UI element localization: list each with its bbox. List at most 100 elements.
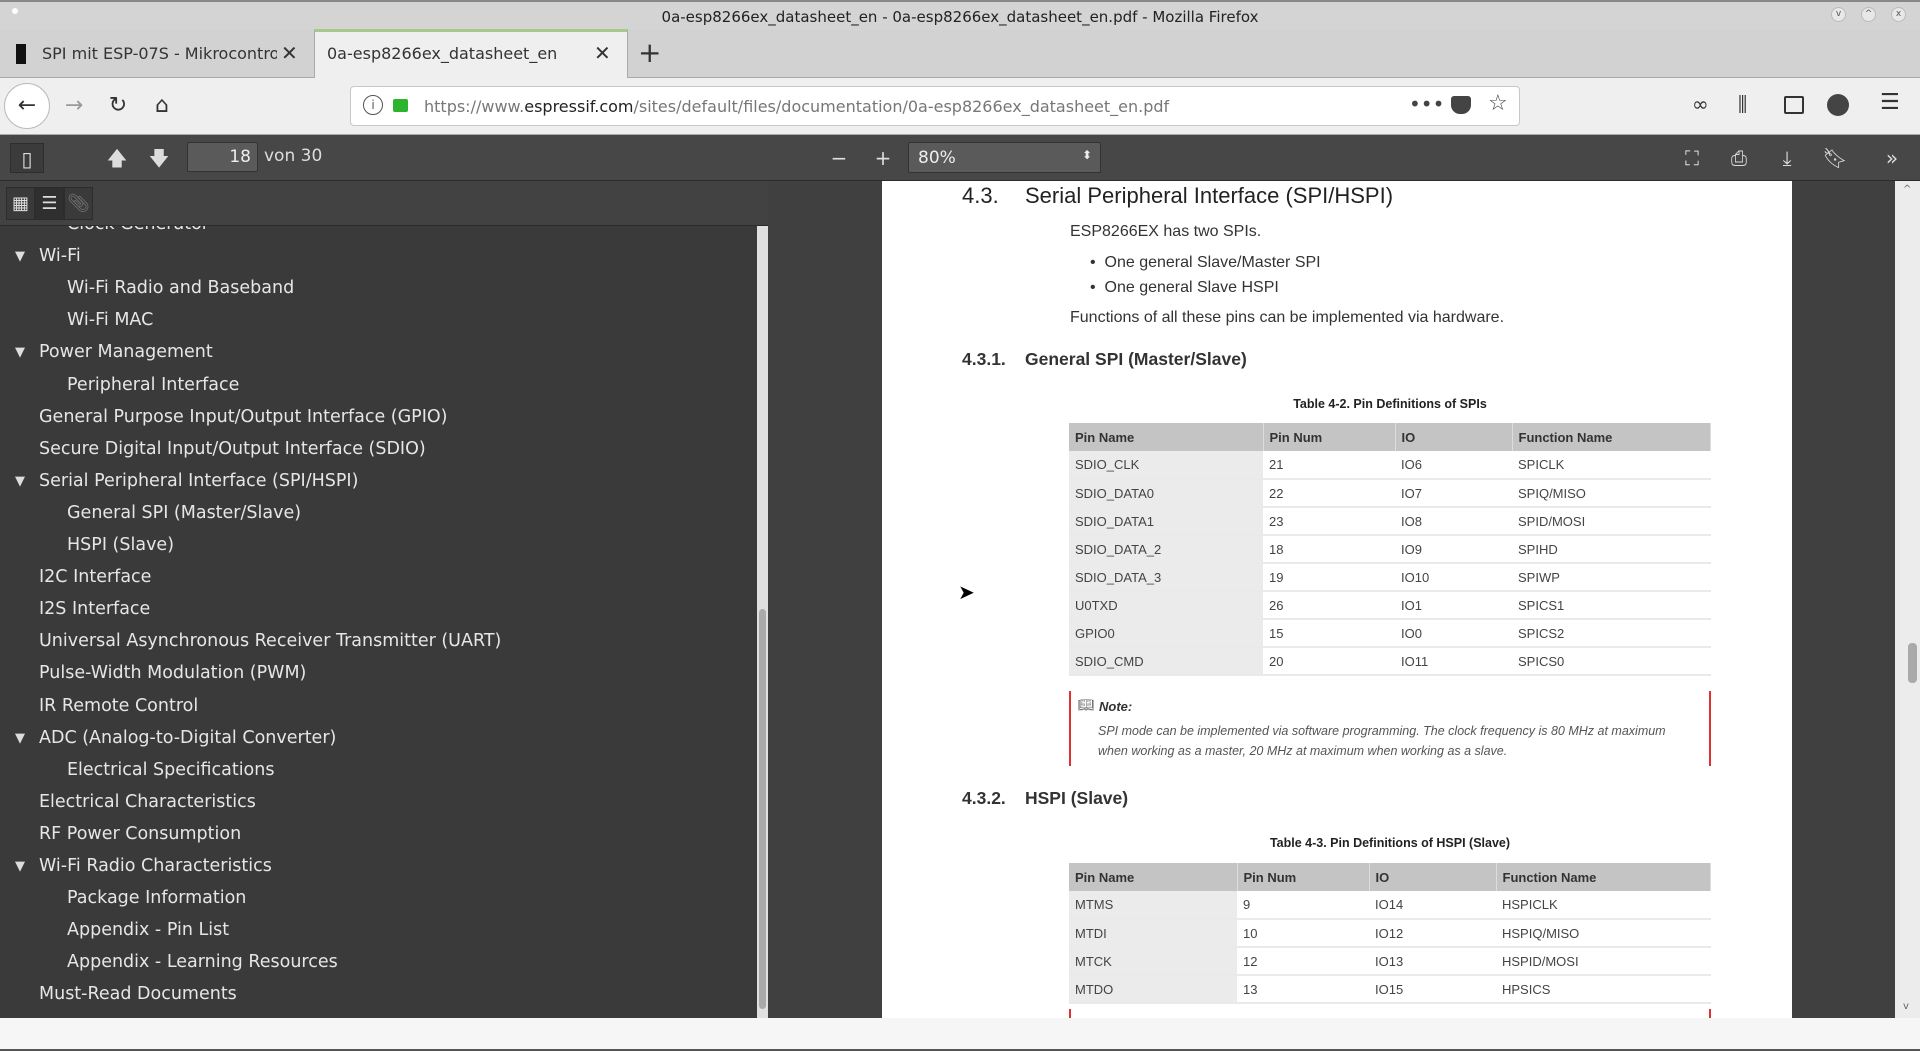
outline-item[interactable]: Wi-Fi Radio Characteristics <box>39 856 272 876</box>
subsection-number: 4.3.1. <box>962 349 1006 369</box>
table-cell: MTDO <box>1069 975 1237 1004</box>
expand-triangle-icon[interactable]: ▼ <box>15 731 25 746</box>
page-number-input[interactable]: 18 <box>187 142 258 172</box>
maximize-button[interactable]: ^ <box>1861 7 1876 22</box>
tab-label: 0a-esp8266ex_datasheet_en - 0a-e <box>327 44 562 63</box>
minimize-button[interactable]: v <box>1831 7 1846 22</box>
next-page-button[interactable]: 🡇 <box>146 143 172 173</box>
pocket-icon[interactable] <box>1451 96 1471 114</box>
table-row: SDIO_DATA_3 19 IO10 SPIWP <box>1069 563 1711 592</box>
outline-item[interactable]: ADC (Analog-to-Digital Converter) <box>39 728 336 748</box>
bookmark-icon[interactable]: 🔖︎ <box>1820 143 1850 173</box>
table-row: SDIO_DATA1 23 IO8 SPID/MOSI <box>1069 507 1711 536</box>
info-icon[interactable]: i <box>363 95 383 115</box>
pdf-toolbar: ▯ 🡅 🡇 18 von 30 − + 80% ⬍ ⛶ ⎙ ⤓ 🔖︎ » <box>0 135 1920 181</box>
expand-triangle-icon[interactable]: ▼ <box>15 474 25 489</box>
close-window-button[interactable]: x <box>1891 7 1906 22</box>
sidebar-scrollbar[interactable] <box>757 226 768 1018</box>
outline-item[interactable]: Secure Digital Input/Output Interface (S… <box>39 439 426 459</box>
outline-item[interactable]: Appendix - Pin List <box>67 920 229 940</box>
main-scroll-thumb[interactable] <box>1908 643 1917 683</box>
page-actions-icon[interactable]: ••• <box>1409 92 1444 116</box>
outline-item[interactable]: Wi-Fi <box>39 246 81 266</box>
outline-item[interactable]: Serial Peripheral Interface (SPI/HSPI) <box>39 471 358 491</box>
outline-item[interactable]: Electrical Characteristics <box>39 792 256 812</box>
table-cell: IO14 <box>1369 891 1496 920</box>
outline-item[interactable]: Peripheral Interface <box>67 375 239 395</box>
menu-icon[interactable]: ☰ <box>1880 90 1900 115</box>
outline-item[interactable]: IR Remote Control <box>39 696 198 716</box>
close-tab-icon[interactable]: ✕ <box>281 41 298 65</box>
main-scrollbar[interactable]: ^ v <box>1895 181 1920 1018</box>
extension-icon[interactable] <box>1827 94 1849 116</box>
outline-item[interactable]: Pulse-Width Modulation (PWM) <box>39 663 306 683</box>
expand-triangle-icon[interactable]: ▼ <box>15 345 25 360</box>
print-icon[interactable]: ⎙ <box>1724 143 1754 173</box>
note-box: 📖︎ Note: SPI mode can be implemented via… <box>1069 691 1711 766</box>
table-cell: IO0 <box>1395 619 1512 648</box>
sidebar-view-buttons: ▦ ☰ 📎︎ <box>0 181 768 226</box>
private-mask-icon[interactable]: ∞ <box>1692 92 1709 116</box>
reload-button[interactable]: ↻ <box>98 86 138 126</box>
new-tab-button[interactable]: + <box>638 36 661 69</box>
outline-item[interactable]: Universal Asynchronous Receiver Transmit… <box>39 631 501 651</box>
outline-item[interactable]: Package Information <box>67 888 246 908</box>
table-cell: HSPICLK <box>1496 891 1711 920</box>
outline-item[interactable]: Wi-Fi Radio and Baseband <box>67 278 294 298</box>
previous-page-button[interactable]: 🡅 <box>104 143 130 173</box>
table-cell: SDIO_DATA1 <box>1069 507 1263 536</box>
outline-item[interactable]: Appendix - Learning Resources <box>67 952 338 972</box>
bookmark-star-icon[interactable]: ☆ <box>1488 91 1508 116</box>
outline-item[interactable]: I2S Interface <box>39 599 150 619</box>
zoom-in-button[interactable]: + <box>868 143 898 173</box>
table-cell: 18 <box>1263 535 1395 564</box>
table-cell: 20 <box>1263 647 1395 676</box>
table-row: SDIO_CLK 21 IO6 SPICLK <box>1069 451 1711 480</box>
bullet-item: • One general Slave HSPI <box>1090 279 1279 296</box>
sidebar-toggle-button[interactable]: ▯ <box>10 143 44 173</box>
section-number: 4.3. <box>962 183 999 208</box>
outline-item[interactable]: Wi-Fi MAC <box>67 310 153 330</box>
table-cell: SPICS2 <box>1512 619 1711 648</box>
spi-pin-table: Pin Name Pin Num IO Function Name SDIO_CLK 21… <box>1069 423 1711 676</box>
library-icon[interactable]: ⫼ <box>1738 92 1747 116</box>
sidebar-scroll-thumb[interactable] <box>759 609 766 1009</box>
table-cell: MTDI <box>1069 919 1237 948</box>
close-tab-icon[interactable]: ✕ <box>594 41 611 65</box>
attachments-view-icon[interactable]: 📎︎ <box>64 187 93 220</box>
table-cell: SPIHD <box>1512 535 1711 564</box>
outline-item[interactable]: Must-Read Documents <box>39 984 237 1004</box>
outline-item[interactable]: Electrical Specifications <box>67 760 274 780</box>
outline-item[interactable]: General Purpose Input/Output Interface (… <box>39 407 448 427</box>
outline-item[interactable]: Clock Generator <box>67 226 209 234</box>
table-row: SDIO_DATA0 22 IO7 SPIQ/MISO <box>1069 479 1711 508</box>
home-button[interactable]: ⌂ <box>142 86 182 126</box>
zoom-out-button[interactable]: − <box>826 143 852 173</box>
column-header: Function Name <box>1512 423 1711 451</box>
outline-item[interactable]: Power Management <box>39 342 213 362</box>
table-cell: IO12 <box>1369 919 1496 948</box>
outline-item[interactable]: I2C Interface <box>39 567 151 587</box>
expand-triangle-icon[interactable]: ▼ <box>15 249 25 264</box>
outline-item[interactable]: General SPI (Master/Slave) <box>67 503 301 523</box>
scroll-up-icon[interactable]: ^ <box>1903 184 1911 195</box>
tab-bar: SPI mit ESP-07S - Mikrocontroll ✕ 0a-esp… <box>0 29 1920 78</box>
forward-button[interactable]: → <box>54 86 94 126</box>
tab-datasheet[interactable]: 0a-esp8266ex_datasheet_en - 0a-e ✕ <box>314 29 628 78</box>
scroll-down-icon[interactable]: v <box>1903 1001 1909 1012</box>
thumbnails-view-icon[interactable]: ▦ <box>6 187 35 220</box>
zoom-select[interactable]: 80% ⬍ <box>908 142 1101 173</box>
outline-item[interactable]: RF Power Consumption <box>39 824 241 844</box>
tools-chevron-icon[interactable]: » <box>1877 143 1907 173</box>
download-icon[interactable]: ⤓ <box>1772 143 1802 173</box>
expand-triangle-icon[interactable]: ▼ <box>15 859 25 874</box>
outline-view-icon[interactable]: ☰ <box>35 187 64 220</box>
presentation-mode-icon[interactable]: ⛶ <box>1677 143 1707 173</box>
column-header: Pin Num <box>1263 423 1396 451</box>
url-bar[interactable]: i https://www.espressif.com/sites/defaul… <box>350 86 1520 126</box>
sidebar-toggle-icon[interactable] <box>1784 96 1804 114</box>
tab-spi-mit-esp[interactable]: SPI mit ESP-07S - Mikrocontroll ✕ <box>0 30 312 78</box>
outline-item[interactable]: HSPI (Slave) <box>67 535 174 555</box>
url-text[interactable]: https://www.espressif.com/sites/default/… <box>424 97 1169 116</box>
back-button[interactable]: ← <box>4 83 50 129</box>
